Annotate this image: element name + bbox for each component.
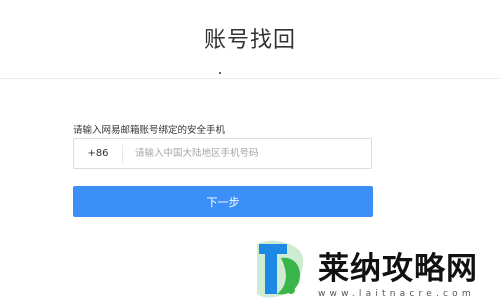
watermark-url: www.laitnacre.com <box>318 289 475 299</box>
page-title: 账号找回 <box>203 28 296 53</box>
phone-input[interactable] <box>123 139 371 168</box>
next-button[interactable]: 下一步 <box>73 186 373 217</box>
country-code[interactable]: +86 <box>74 144 123 163</box>
leaf-logo-icon <box>257 240 304 298</box>
watermark-brand: 莱纳攻略网 <box>318 251 478 287</box>
phone-label: 请输入网易邮箱账号绑定的安全手机 <box>73 125 226 136</box>
phone-field[interactable]: +86 <box>73 138 372 169</box>
header: 账号找回 <box>0 0 500 79</box>
header-dot <box>219 72 221 74</box>
